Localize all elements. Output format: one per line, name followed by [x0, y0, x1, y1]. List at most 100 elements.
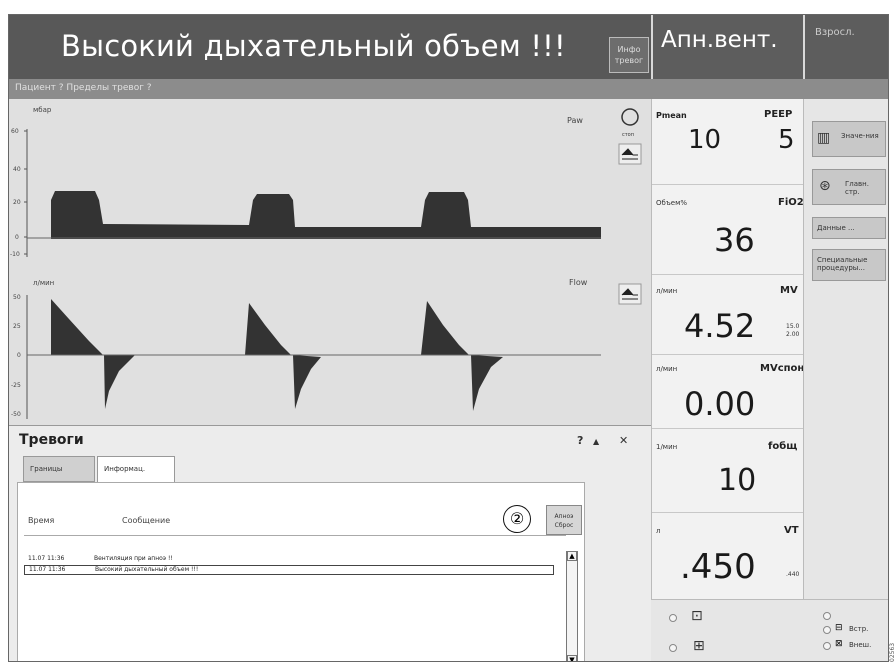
int-label: Встр.	[849, 625, 869, 633]
table-row[interactable]: 11.07 11:36 Вентиляция при апноэ !!	[24, 555, 554, 565]
callout-2: ②	[503, 505, 531, 533]
radio-3[interactable]	[823, 612, 831, 620]
mvspont-unit: л/мин	[656, 365, 678, 373]
alarms-content: Время Сообщение ② Апноэ Сброс 11.07 11:3…	[17, 482, 585, 661]
bottom-controls: ⊡ ⊞ ⊟ Встр. ⊠ Внеш.	[651, 599, 888, 661]
tab-limits[interactable]: Границы	[23, 456, 95, 482]
mv-unit: л/мин	[656, 287, 678, 295]
paw-label: Paw	[567, 116, 583, 125]
help-icon[interactable]: ?	[577, 434, 583, 447]
nebulizer-icon: ⊡	[691, 608, 703, 624]
close-icon[interactable]: ✕	[619, 434, 628, 447]
vt-unit: л	[656, 527, 661, 535]
mvspont-cell[interactable]: л/мин MVспонт 0.00	[652, 355, 810, 429]
alarm-message: Высокий дыхательный объем !!!	[61, 29, 566, 63]
fio2-value: 36	[714, 221, 755, 259]
paw-tick-0: 0	[15, 234, 19, 241]
alarm-info-button[interactable]: Инфо тревог	[609, 37, 649, 73]
radio-int[interactable]	[823, 626, 831, 634]
pmean-value: 10	[688, 125, 722, 155]
fio2-unit: Объем%	[656, 199, 688, 207]
ext-label: Внеш.	[849, 641, 872, 649]
scroll-up-icon[interactable]: ▲	[567, 551, 577, 561]
mvspont-value: 0.00	[684, 385, 756, 423]
peep-label: PEEP	[764, 109, 793, 120]
apnea-reset-button[interactable]: Апноэ Сброс	[546, 505, 582, 535]
paw-tick-60: 60	[11, 128, 19, 135]
radio-ext[interactable]	[823, 642, 831, 650]
alarm-header: Высокий дыхательный объем !!! Инфо трево…	[9, 15, 651, 79]
main-icon: ⊛	[819, 178, 831, 194]
waveform-area: мбар Paw 60 40 20 0 -10 л/мин Flow 50 25…	[9, 99, 609, 425]
values-button[interactable]: ▥ Значе-ния	[812, 121, 886, 157]
mv-label: MV	[780, 285, 798, 296]
main-screen-button[interactable]: ⊛ Главн. стр.	[812, 169, 886, 205]
flow-tick-neg25: -25	[11, 382, 21, 389]
fio2-label: FiO2	[778, 197, 804, 208]
col-time: Время	[28, 516, 55, 525]
waveform-svg: мбар Paw 60 40 20 0 -10 л/мин Flow 50 25…	[10, 106, 601, 419]
paw-unit: мбар	[33, 106, 52, 114]
ftotal-label: fобщ	[768, 441, 798, 452]
values-icon: ▥	[817, 130, 831, 146]
fio2-cell[interactable]: Объем% FiO2 36	[652, 185, 804, 275]
alarms-title: Тревоги	[19, 432, 84, 448]
ftotal-unit: 1/мин	[656, 443, 678, 451]
mv-cell[interactable]: л/мин MV 4.52 15.0 2.00	[652, 275, 804, 355]
ventilator-screen: Высокий дыхательный объем !!! Инфо трево…	[8, 14, 889, 662]
vt-cell[interactable]: л VT .450 .440	[652, 513, 804, 599]
values-label: Значе-ния	[841, 132, 879, 140]
ventilation-mode[interactable]: Апн.вент.	[653, 15, 803, 79]
data-button[interactable]: Данные ...	[812, 217, 886, 239]
minimize-icon[interactable]: ▲	[593, 437, 599, 446]
radio-1[interactable]	[669, 614, 677, 622]
vt-value: .450	[680, 547, 756, 587]
freeze-icon[interactable]	[621, 108, 639, 126]
alarms-window: Тревоги ? ▲ ✕ Границы Информац. Время Со…	[9, 425, 651, 661]
waveform-controls: стоп	[609, 99, 651, 425]
mv-limit-low: 2.00	[786, 331, 800, 338]
tab-info[interactable]: Информац.	[97, 456, 175, 484]
peep-value: 5	[778, 125, 795, 155]
mode-label: Апн.вент.	[661, 27, 778, 53]
figure-number: 02563	[889, 642, 896, 662]
ext-icon: ⊠	[835, 639, 843, 649]
mv-limit-high: 15.0	[786, 323, 800, 330]
paw-tick-neg10: -10	[10, 251, 20, 258]
pmean-label: Pmean	[656, 111, 687, 120]
int-icon: ⊟	[835, 623, 843, 633]
flow-label: Flow	[569, 278, 588, 287]
vt-limit: .440	[786, 571, 800, 578]
special-procedures-button[interactable]: Специальные процедуры...	[812, 249, 886, 281]
vt-label: VT	[784, 525, 799, 536]
scale-icon-paw[interactable]	[618, 143, 642, 165]
paw-tick-20: 20	[13, 199, 21, 206]
scale-icon-flow[interactable]	[618, 283, 642, 305]
col-message: Сообщение	[122, 516, 171, 525]
table-row[interactable]: 11.07 11:36 Высокий дыхательный объем !!…	[24, 565, 554, 575]
mv-value: 4.52	[684, 307, 756, 345]
alarm-subtitle: Пациент ? Пределы тревог ?	[9, 79, 651, 99]
flow-tick-neg50: -50	[11, 411, 21, 418]
numerics-panel: Pmean PEEP 10 5 Объем% FiO2 36 л/мин MV …	[651, 99, 810, 599]
patient-label: Взросл.	[815, 27, 855, 38]
header-strip	[651, 79, 888, 99]
flow-tick-25: 25	[13, 323, 21, 330]
paw-wave	[51, 191, 601, 239]
radio-2[interactable]	[669, 644, 677, 652]
suction-icon: ⊞	[693, 638, 705, 654]
ftotal-cell[interactable]: 1/мин fобщ 10	[652, 429, 804, 513]
flow-tick-0: 0	[17, 352, 21, 359]
flow-tick-50: 50	[13, 294, 21, 301]
ftotal-value: 10	[718, 463, 757, 498]
flow-unit: л/мин	[33, 279, 54, 287]
main-label: Главн. стр.	[845, 180, 869, 196]
menu-column: ▥ Значе-ния ⊛ Главн. стр. Данные ... Спе…	[803, 99, 888, 599]
paw-tick-40: 40	[13, 166, 21, 173]
scroll-down-icon[interactable]: ▼	[567, 655, 577, 661]
patient-type[interactable]: Взросл.	[805, 15, 888, 79]
pmean-peep-cell[interactable]: Pmean PEEP 10 5	[652, 99, 804, 185]
header-divider	[24, 535, 566, 536]
stop-label: стоп	[622, 132, 634, 138]
scrollbar[interactable]: ▲ ▼	[566, 551, 578, 661]
